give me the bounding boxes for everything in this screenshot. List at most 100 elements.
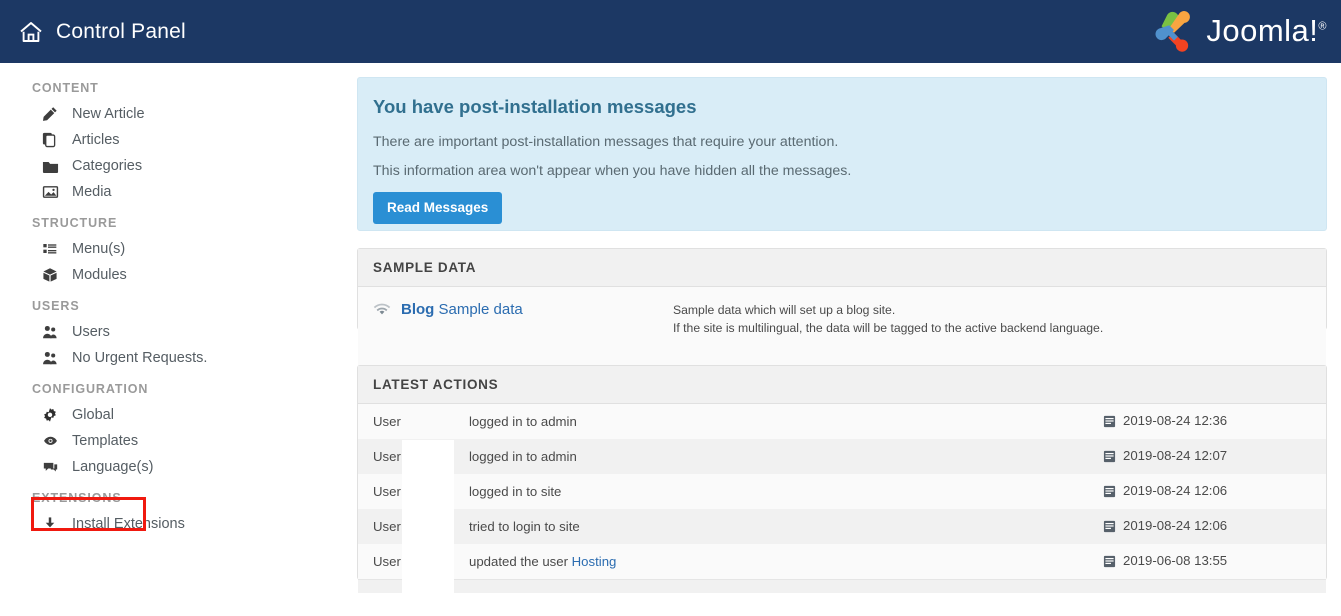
row-action-text: logged in to admin xyxy=(469,414,577,429)
row-action-link[interactable]: Hosting xyxy=(572,554,617,569)
row-action: tried to login to site xyxy=(453,509,1093,544)
list-icon xyxy=(40,240,60,258)
sidebar-group-structure: STRUCTURE Menu(s) Modules xyxy=(0,216,340,288)
sidebar-item-label: Modules xyxy=(72,267,127,283)
latest-actions-heading: LATEST ACTIONS xyxy=(358,366,1326,404)
row-date-text: 2019-08-24 12:07 xyxy=(1123,447,1228,463)
sidebar-item-languages[interactable]: Language(s) xyxy=(0,454,340,480)
sample-data-heading: SAMPLE DATA xyxy=(358,249,1326,287)
table-row[interactable]: User tried to login to site 2019-08-24 1… xyxy=(358,509,1326,544)
registered-mark: ® xyxy=(1318,20,1327,33)
sample-data-card: SAMPLE DATA Blog Sample data Sample data… xyxy=(357,248,1327,367)
download-icon xyxy=(40,515,60,533)
calendar-list-icon xyxy=(1103,520,1116,536)
eye-icon xyxy=(40,432,60,450)
sidebar-item-install-extensions[interactable]: Install Extensions xyxy=(0,511,340,537)
sidebar-item-categories[interactable]: Categories xyxy=(0,153,340,179)
row-action: logged in to admin xyxy=(453,439,1093,474)
row-date-text: 2019-08-24 12:06 xyxy=(1123,482,1228,498)
sidebar-item-articles[interactable]: Articles xyxy=(0,127,340,153)
calendar-list-icon xyxy=(1103,450,1116,466)
row-date: 2019-08-24 12:36 xyxy=(1093,404,1326,439)
sidebar-item-label: Language(s) xyxy=(72,459,154,475)
sidebar-item-label: Users xyxy=(72,324,110,340)
row-user: User xyxy=(373,414,401,429)
sidebar-item-label: Articles xyxy=(72,132,120,148)
header-left-group: Control Panel xyxy=(0,20,186,44)
joomla-logo[interactable]: Joomla!® xyxy=(1151,9,1327,53)
sidebar-item-modules[interactable]: Modules xyxy=(0,262,340,288)
sidebar-group-configuration: CONFIGURATION Global Templates Language(… xyxy=(0,382,340,480)
sample-data-link-bold: Blog xyxy=(401,301,435,318)
sidebar-item-no-urgent-requests[interactable]: No Urgent Requests. xyxy=(0,345,340,371)
sidebar-navigation: CONTENT New Article Articles Categories … xyxy=(0,63,340,599)
sidebar-item-label: Menu(s) xyxy=(72,241,126,257)
sidebar-group-title-users: USERS xyxy=(32,299,80,313)
sidebar-item-new-article[interactable]: New Article xyxy=(0,101,340,127)
table-row[interactable]: User logged in to admin 2019-08-24 12:36 xyxy=(358,404,1326,439)
sidebar-item-media[interactable]: Media xyxy=(0,179,340,205)
users-icon xyxy=(40,323,60,341)
sidebar-group-extensions: EXTENSIONS Install Extensions xyxy=(0,491,340,537)
sidebar-group-title-structure: STRUCTURE xyxy=(32,216,118,230)
table-row[interactable]: User updated the user Hosting 2019-06-08… xyxy=(358,544,1326,579)
main-content-area: You have post-installation messages Ther… xyxy=(340,63,1341,616)
calendar-list-icon xyxy=(1103,485,1116,501)
joomla-wordmark: Joomla!® xyxy=(1206,13,1327,48)
sample-data-desc-line-1: Sample data which will set up a blog sit… xyxy=(673,303,896,317)
sidebar-item-label: New Article xyxy=(72,106,145,122)
sidebar-item-label: Global xyxy=(72,407,114,423)
info-panel-line-2: This information area won't appear when … xyxy=(373,163,852,179)
row-action-text: logged in to site xyxy=(469,484,562,499)
copy-icon xyxy=(40,131,60,149)
comment-icon xyxy=(40,458,60,476)
sidebar-item-templates[interactable]: Templates xyxy=(0,428,340,454)
sidebar-item-menus[interactable]: Menu(s) xyxy=(0,236,340,262)
cube-icon xyxy=(40,266,60,284)
wifi-icon xyxy=(373,302,391,318)
row-date-text: 2019-08-24 12:06 xyxy=(1123,517,1228,533)
sample-data-row: Blog Sample data Sample data which will … xyxy=(358,287,1326,367)
latest-actions-footer xyxy=(358,579,1326,593)
users-icon xyxy=(40,349,60,367)
sidebar-group-title-content: CONTENT xyxy=(32,81,99,95)
sidebar-item-label: Media xyxy=(72,184,112,200)
home-icon[interactable] xyxy=(18,20,44,44)
calendar-list-icon xyxy=(1103,415,1116,431)
row-action-text: logged in to admin xyxy=(469,449,577,464)
sidebar-group-users: USERS Users No Urgent Requests. xyxy=(0,299,340,371)
row-date: 2019-08-24 12:06 xyxy=(1093,474,1326,509)
row-date: 2019-06-08 13:55 xyxy=(1093,544,1326,579)
row-date: 2019-08-24 12:06 xyxy=(1093,509,1326,544)
row-action: logged in to site xyxy=(453,474,1093,509)
sidebar-item-global[interactable]: Global xyxy=(0,402,340,428)
row-date-text: 2019-08-24 12:36 xyxy=(1123,412,1228,428)
folder-icon xyxy=(40,157,60,175)
pencil-icon xyxy=(40,105,60,123)
sidebar-group-title-configuration: CONFIGURATION xyxy=(32,382,149,396)
joomla-mark-icon xyxy=(1151,9,1197,53)
row-date: 2019-08-24 12:07 xyxy=(1093,439,1326,474)
row-action: updated the user Hosting xyxy=(453,544,1093,579)
sample-data-link[interactable]: Blog Sample data xyxy=(401,301,523,318)
calendar-list-icon xyxy=(1103,555,1116,571)
table-row[interactable]: User logged in to site 2019-08-24 12:06 xyxy=(358,474,1326,509)
post-installation-messages-panel: You have post-installation messages Ther… xyxy=(357,77,1327,231)
page-title: Control Panel xyxy=(56,19,186,43)
sample-data-link-group[interactable]: Blog Sample data xyxy=(373,301,673,318)
sidebar-item-label: Categories xyxy=(72,158,143,174)
read-messages-button[interactable]: Read Messages xyxy=(373,192,503,224)
sidebar-item-label: Install Extensions xyxy=(72,516,185,532)
row-action-text: tried to login to site xyxy=(469,519,580,534)
row-date-text: 2019-06-08 13:55 xyxy=(1123,552,1228,568)
sidebar-item-label: Templates xyxy=(72,433,139,449)
latest-actions-table: User logged in to admin 2019-08-24 12:36… xyxy=(358,404,1326,579)
sample-data-desc-line-2: If the site is multilingual, the data wi… xyxy=(673,321,1104,335)
latest-actions-card: LATEST ACTIONS User logged in to admin 2… xyxy=(357,365,1327,616)
top-header-bar: Control Panel Joomla!® xyxy=(0,0,1341,63)
sidebar-group-content: CONTENT New Article Articles Categories … xyxy=(0,81,340,205)
username-redaction-mask xyxy=(402,440,454,616)
table-row[interactable]: User logged in to admin 2019-08-24 12:07 xyxy=(358,439,1326,474)
sidebar-item-users[interactable]: Users xyxy=(0,319,340,345)
gear-icon xyxy=(40,406,60,424)
